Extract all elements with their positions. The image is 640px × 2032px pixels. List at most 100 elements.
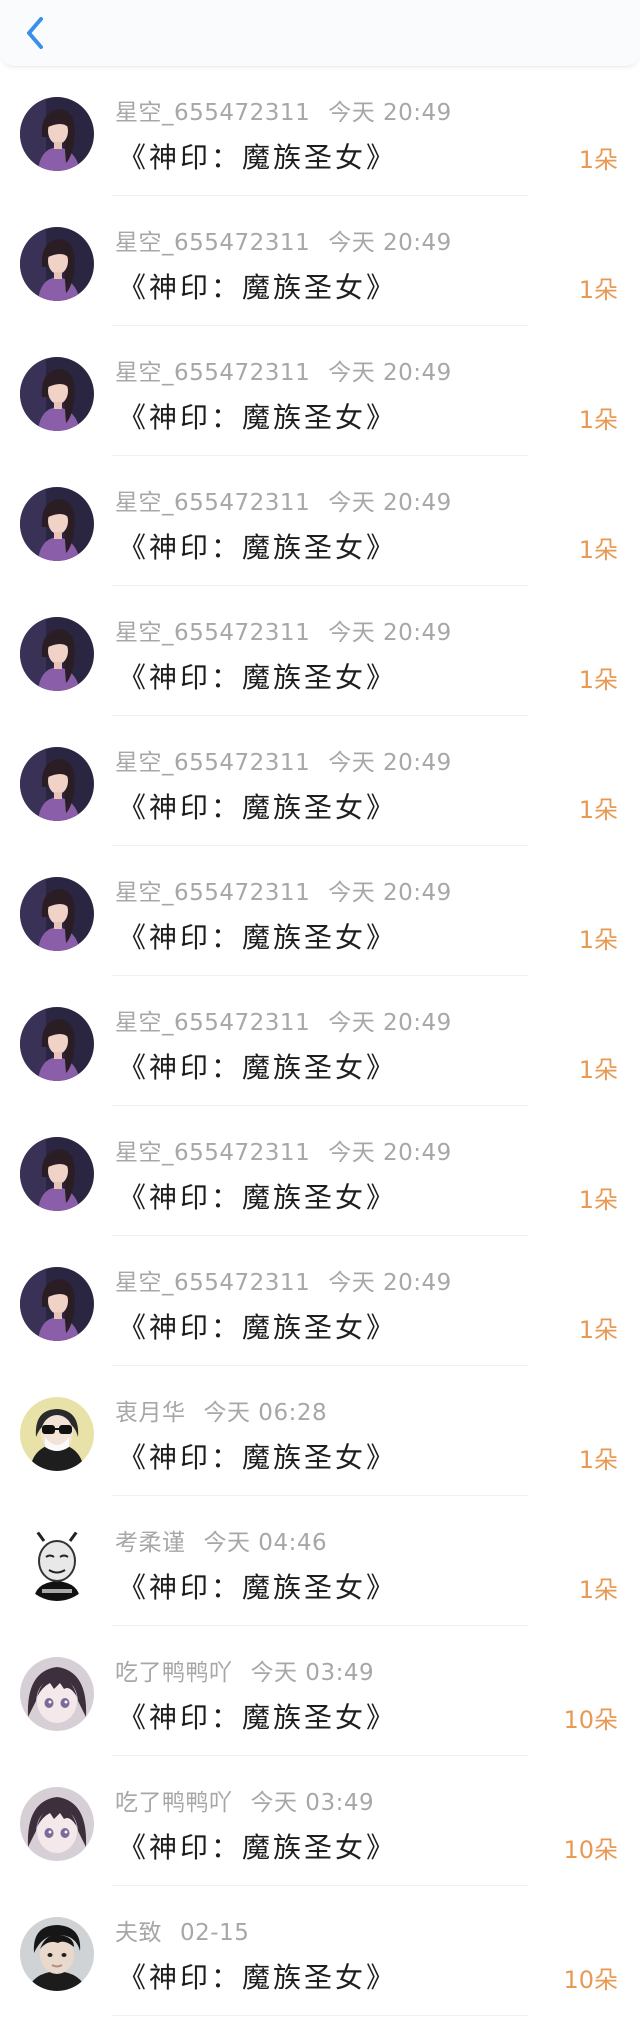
sender-name: 星空_655472311	[115, 230, 311, 256]
book-title: 《神印：魔族圣女》	[118, 1571, 398, 1604]
sender-line: 星空_655472311 今天 20:49	[115, 353, 452, 387]
send-time: 今天 03:49	[250, 1660, 375, 1686]
sender-line: 星空_655472311 今天 20:49	[115, 1263, 452, 1297]
list-item[interactable]: 吃了鸭鸭吖 今天 03:49 《神印：魔族圣女》 10朵	[0, 1756, 640, 1886]
avatar[interactable]	[20, 1917, 94, 1991]
sender-name: 衷月华	[115, 1400, 186, 1426]
list-item[interactable]: 星空_655472311 今天 20:49 《神印：魔族圣女》 1朵	[0, 66, 640, 196]
sender-line: 星空_655472311 今天 20:49	[115, 93, 452, 127]
gift-amount: 10朵	[563, 1706, 618, 1734]
send-time: 今天 20:49	[328, 1270, 452, 1296]
avatar[interactable]	[20, 1137, 94, 1211]
back-button[interactable]	[18, 14, 52, 52]
avatar[interactable]	[20, 1657, 94, 1731]
sender-line: 夫致 02-15	[115, 1913, 249, 1947]
list-item[interactable]: 星空_655472311 今天 20:49 《神印：魔族圣女》 1朵	[0, 716, 640, 846]
top-bar	[0, 0, 640, 67]
send-time: 今天 03:49	[250, 1790, 375, 1816]
avatar[interactable]	[20, 1267, 94, 1341]
gift-amount: 10朵	[563, 1966, 618, 1994]
send-time: 今天 04:46	[203, 1530, 328, 1556]
book-title: 《神印：魔族圣女》	[118, 1961, 398, 1994]
avatar[interactable]	[20, 357, 94, 431]
avatar[interactable]	[20, 747, 94, 821]
send-time: 今天 20:49	[328, 1140, 452, 1166]
gift-amount: 1朵	[578, 1576, 618, 1604]
sender-name: 星空_655472311	[115, 360, 311, 386]
gift-amount: 10朵	[563, 1836, 618, 1864]
avatar[interactable]	[20, 1527, 94, 1601]
list-item[interactable]: 衷月华 今天 06:28 《神印：魔族圣女》 1朵	[0, 1366, 640, 1496]
gift-record-list: 星空_655472311 今天 20:49 《神印：魔族圣女》 1朵 星空_655…	[0, 66, 640, 2016]
gift-amount: 1朵	[578, 926, 618, 954]
send-time: 今天 20:49	[328, 490, 452, 516]
send-time: 今天 20:49	[328, 880, 452, 906]
sender-name: 星空_655472311	[115, 490, 311, 516]
sender-name: 吃了鸭鸭吖	[115, 1790, 233, 1816]
list-item[interactable]: 星空_655472311 今天 20:49 《神印：魔族圣女》 1朵	[0, 1106, 640, 1236]
avatar[interactable]	[20, 1787, 94, 1861]
book-title: 《神印：魔族圣女》	[118, 271, 398, 304]
gift-amount: 1朵	[578, 1316, 618, 1344]
send-time: 今天 20:49	[328, 620, 452, 646]
book-title: 《神印：魔族圣女》	[118, 141, 398, 174]
avatar[interactable]	[20, 97, 94, 171]
book-title: 《神印：魔族圣女》	[118, 921, 398, 954]
sender-line: 星空_655472311 今天 20:49	[115, 223, 452, 257]
divider	[112, 2015, 528, 2016]
list-item[interactable]: 星空_655472311 今天 20:49 《神印：魔族圣女》 1朵	[0, 846, 640, 976]
sender-name: 星空_655472311	[115, 1270, 311, 1296]
list-item[interactable]: 星空_655472311 今天 20:49 《神印：魔族圣女》 1朵	[0, 1236, 640, 1366]
list-item[interactable]: 星空_655472311 今天 20:49 《神印：魔族圣女》 1朵	[0, 456, 640, 586]
send-time: 今天 06:28	[203, 1400, 328, 1426]
sender-line: 星空_655472311 今天 20:49	[115, 1003, 452, 1037]
gift-amount: 1朵	[578, 1186, 618, 1214]
sender-name: 星空_655472311	[115, 880, 311, 906]
send-time: 今天 20:49	[328, 750, 452, 776]
gift-amount: 1朵	[578, 1056, 618, 1084]
sender-line: 星空_655472311 今天 20:49	[115, 483, 452, 517]
sender-name: 考柔谨	[115, 1530, 186, 1556]
send-time: 今天 20:49	[328, 100, 452, 126]
gift-amount: 1朵	[578, 146, 618, 174]
list-item[interactable]: 考柔谨 今天 04:46 《神印：魔族圣女》 1朵	[0, 1496, 640, 1626]
send-time: 今天 20:49	[328, 230, 452, 256]
sender-line: 星空_655472311 今天 20:49	[115, 613, 452, 647]
sender-line: 星空_655472311 今天 20:49	[115, 743, 452, 777]
sender-name: 星空_655472311	[115, 100, 311, 126]
sender-line: 吃了鸭鸭吖 今天 03:49	[115, 1783, 374, 1817]
list-item[interactable]: 吃了鸭鸭吖 今天 03:49 《神印：魔族圣女》 10朵	[0, 1626, 640, 1756]
list-item[interactable]: 夫致 02-15 《神印：魔族圣女》 10朵	[0, 1886, 640, 2016]
avatar[interactable]	[20, 487, 94, 561]
send-time: 02-15	[180, 1920, 250, 1946]
sender-name: 星空_655472311	[115, 1140, 311, 1166]
avatar[interactable]	[20, 1007, 94, 1081]
book-title: 《神印：魔族圣女》	[118, 661, 398, 694]
sender-line: 衷月华 今天 06:28	[115, 1393, 327, 1427]
gift-amount: 1朵	[578, 406, 618, 434]
avatar[interactable]	[20, 227, 94, 301]
book-title: 《神印：魔族圣女》	[118, 401, 398, 434]
book-title: 《神印：魔族圣女》	[118, 1831, 398, 1864]
list-item[interactable]: 星空_655472311 今天 20:49 《神印：魔族圣女》 1朵	[0, 976, 640, 1106]
sender-line: 星空_655472311 今天 20:49	[115, 1133, 452, 1167]
sender-line: 吃了鸭鸭吖 今天 03:49	[115, 1653, 374, 1687]
book-title: 《神印：魔族圣女》	[118, 1701, 398, 1734]
sender-name: 吃了鸭鸭吖	[115, 1660, 233, 1686]
book-title: 《神印：魔族圣女》	[118, 1051, 398, 1084]
sender-name: 星空_655472311	[115, 620, 311, 646]
avatar[interactable]	[20, 1397, 94, 1471]
gift-amount: 1朵	[578, 796, 618, 824]
gift-amount: 1朵	[578, 276, 618, 304]
book-title: 《神印：魔族圣女》	[118, 1181, 398, 1214]
sender-line: 星空_655472311 今天 20:49	[115, 873, 452, 907]
list-item[interactable]: 星空_655472311 今天 20:49 《神印：魔族圣女》 1朵	[0, 586, 640, 716]
chevron-left-icon	[27, 17, 43, 49]
avatar[interactable]	[20, 877, 94, 951]
gift-amount: 1朵	[578, 536, 618, 564]
sender-line: 考柔谨 今天 04:46	[115, 1523, 327, 1557]
list-item[interactable]: 星空_655472311 今天 20:49 《神印：魔族圣女》 1朵	[0, 326, 640, 456]
list-item[interactable]: 星空_655472311 今天 20:49 《神印：魔族圣女》 1朵	[0, 196, 640, 326]
avatar[interactable]	[20, 617, 94, 691]
sender-name: 夫致	[115, 1920, 162, 1946]
